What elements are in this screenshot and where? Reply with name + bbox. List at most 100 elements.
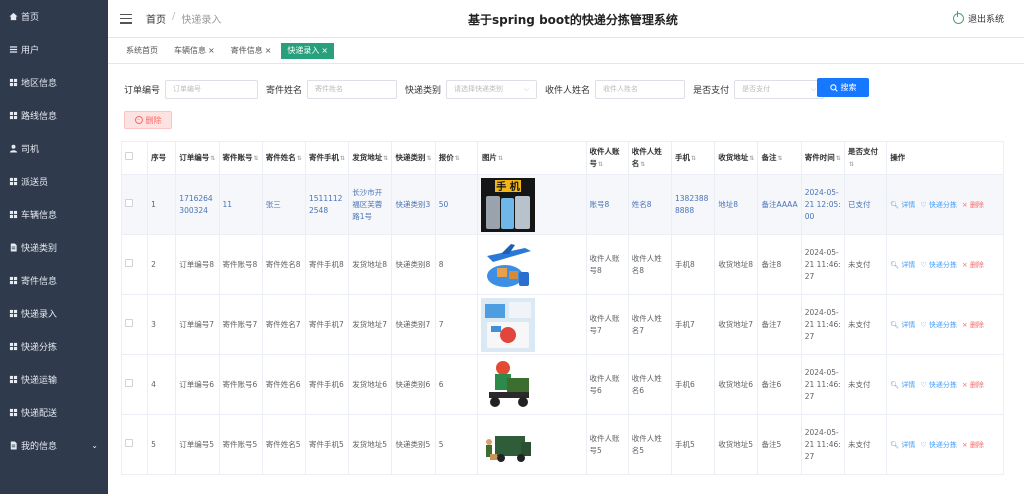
tab-label: 快递录入 [287,46,320,55]
sidebar-item-10[interactable]: 快递分拣 [0,330,108,363]
tab-3[interactable]: 快递录入 × [281,42,335,59]
cell-note: 备注6 [757,354,802,415]
table-row[interactable]: 2 订单编号8 寄件账号8 寄件姓名8 寄件手机8 发货地址8 快递类别8 8 收件人账号8 收件… [120,234,1004,295]
sort-express-button[interactable]: ♡ 快递分拣 [920,199,957,211]
sort-express-button[interactable]: ♡ 快递分拣 [920,319,957,331]
sidebar-item-13[interactable]: 我的信息 ⌄ [0,429,108,462]
column-header[interactable]: 寄件账号⇅ [218,141,263,175]
paid-select[interactable]: 是否支付 ⌵ [734,79,825,99]
sidebar-item-9[interactable]: 快递录入 [0,297,108,330]
cell-addr: 发货地址6 [348,354,393,415]
sidebar-item-0[interactable]: 首页 [0,0,108,33]
table-row[interactable]: 3 订单编号7 寄件账号7 寄件姓名7 寄件手机7 发货地址7 快递类别7 7 收件人账号7 收件… [120,294,1004,355]
product-image[interactable] [480,237,535,292]
row-checkbox[interactable] [125,198,133,207]
sidebar-item-3[interactable]: 路线信息 [0,99,108,132]
sort-express-button[interactable]: ♡ 快递分拣 [920,379,957,391]
cell-value: 手机7 [675,319,695,329]
type-select[interactable]: 请选择快递类别 ⌵ [446,79,538,99]
column-header[interactable]: 报价⇅ [434,141,478,175]
column-header[interactable]: 寄件姓名⇅ [261,141,307,175]
table-row[interactable]: 4 订单编号6 寄件账号6 寄件姓名6 寄件手机6 发货地址6 快递类别6 6 收件人账号6 收件… [120,354,1004,415]
delete-row-button[interactable]: × 删除 [962,379,984,391]
batch-delete-button[interactable]: – 删除 [124,111,172,129]
detail-button[interactable]: 🔍︎ 详情 [890,259,915,271]
cell-value: 张三 [265,199,281,209]
sidebar-item-1[interactable]: 用户 [0,33,108,66]
detail-button[interactable]: 🔍︎ 详情 [890,379,915,391]
column-header[interactable]: 寄件时间⇅ [800,141,845,175]
close-icon[interactable]: × [321,46,328,55]
select-all-checkbox[interactable] [125,152,133,160]
receiver-input[interactable]: 收件人姓名 [595,79,686,99]
column-header[interactable]: 寄件手机⇅ [304,141,350,175]
row-checkbox[interactable] [125,258,133,267]
product-image[interactable] [480,417,535,472]
sidebar-item-4[interactable]: 司机 [0,132,108,165]
row-checkbox[interactable] [125,438,133,447]
tab-1[interactable]: 车辆信息 × [168,43,221,59]
close-icon[interactable]: × [265,46,272,55]
cell-value: 寄件手机7 [309,319,344,329]
sidebar-item-8[interactable]: 寄件信息 [0,264,108,297]
sidebar-item-11[interactable]: 快递运输 [0,363,108,396]
detail-button[interactable]: 🔍︎ 详情 [890,439,915,451]
delete-row-button[interactable]: × 删除 [962,319,984,331]
chevron-down-icon: ⌵ [810,84,817,93]
product-image[interactable] [480,297,535,352]
column-header[interactable]: 收货地址⇅ [714,141,759,175]
row-checkbox[interactable] [125,378,133,387]
column-header[interactable]: 备注⇅ [757,141,802,175]
chevron-down-icon: ⌄ [91,441,98,450]
sidebar-item-7[interactable]: 快递类别 [0,231,108,264]
column-header[interactable]: 手机⇅ [671,141,716,175]
cell-value: 收件人姓名5 [631,433,662,455]
cell-rname: 收件人姓名6 [627,354,673,415]
cell-time: 2024-05-21 11:46:27 [800,234,845,295]
sender-input[interactable]: 寄件姓名 [307,79,398,99]
delete-row-button[interactable]: × 删除 [962,199,984,211]
row-checkbox[interactable] [125,318,133,327]
cell-value: 快递类别5 [395,439,431,449]
cell-time: 2024-05-21 12:05:00 [800,174,845,235]
column-header[interactable]: 发货地址⇅ [348,141,393,175]
column-header[interactable]: 快递类别⇅ [391,141,436,175]
cell-raddr: 收货地址7 [714,294,759,355]
detail-button[interactable]: 🔍︎ 详情 [890,199,915,211]
delete-row-button[interactable]: × 删除 [962,259,984,271]
column-header[interactable]: 是否支付 ⇅ [843,141,888,175]
sort-express-label: 快递分拣 [928,440,957,449]
cell-value: 发货地址8 [352,259,388,269]
order-input[interactable]: 订单编号 [165,79,259,99]
close-icon: × [961,320,968,329]
tab-2[interactable]: 寄件信息 × [225,43,278,59]
sidebar-item-5[interactable]: 派送员 [0,165,108,198]
detail-button[interactable]: 🔍︎ 详情 [890,319,915,331]
logout-button[interactable]: 退出系统 [952,11,1004,25]
sort-express-button[interactable]: ♡ 快递分拣 [920,439,957,451]
sort-express-button[interactable]: ♡ 快递分拣 [920,259,957,271]
close-icon[interactable]: × [208,46,215,55]
product-image[interactable]: 手 机 [480,177,535,232]
column-header[interactable]: 收件人账号⇅ [585,141,629,175]
ops-cell: 🔍︎ 详情 ♡ 快递分拣 × 删除 [886,414,1004,475]
product-image[interactable] [480,357,535,412]
column-header[interactable]: 收件人姓名⇅ [627,141,673,175]
cell-note: 备注7 [757,294,802,355]
breadcrumb-home[interactable]: 首页 [146,11,166,26]
table-row[interactable]: 5 订单编号5 寄件账号5 寄件姓名5 寄件手机5 发货地址5 快递类别5 5 收件人账号5 收件… [120,414,1004,475]
sidebar-item-6[interactable]: 车辆信息 [0,198,108,231]
sort-icon: ⇅ [497,154,503,162]
delete-row-button[interactable]: × 删除 [962,439,984,451]
column-header[interactable]: 图片⇅ [476,141,587,175]
search-button[interactable]: 搜索 [817,78,869,97]
sidebar-item-12[interactable]: 快递配送 [0,396,108,429]
tab-0[interactable]: 系统首页 [120,43,164,59]
sidebar-item-2[interactable]: 地区信息 [0,66,108,99]
menu-toggle-icon[interactable] [120,13,132,24]
sort-icon: ⇅ [691,154,697,162]
table-row[interactable]: 1 1716264300324 11 张三 15111122548 长沙市开福区芙蓉路1号… [120,174,1004,235]
sidebar-item-label: 用户 [21,46,40,56]
cell-time: 2024-05-21 11:46:27 [800,414,845,475]
column-header[interactable]: 订单编号⇅ [175,141,220,175]
